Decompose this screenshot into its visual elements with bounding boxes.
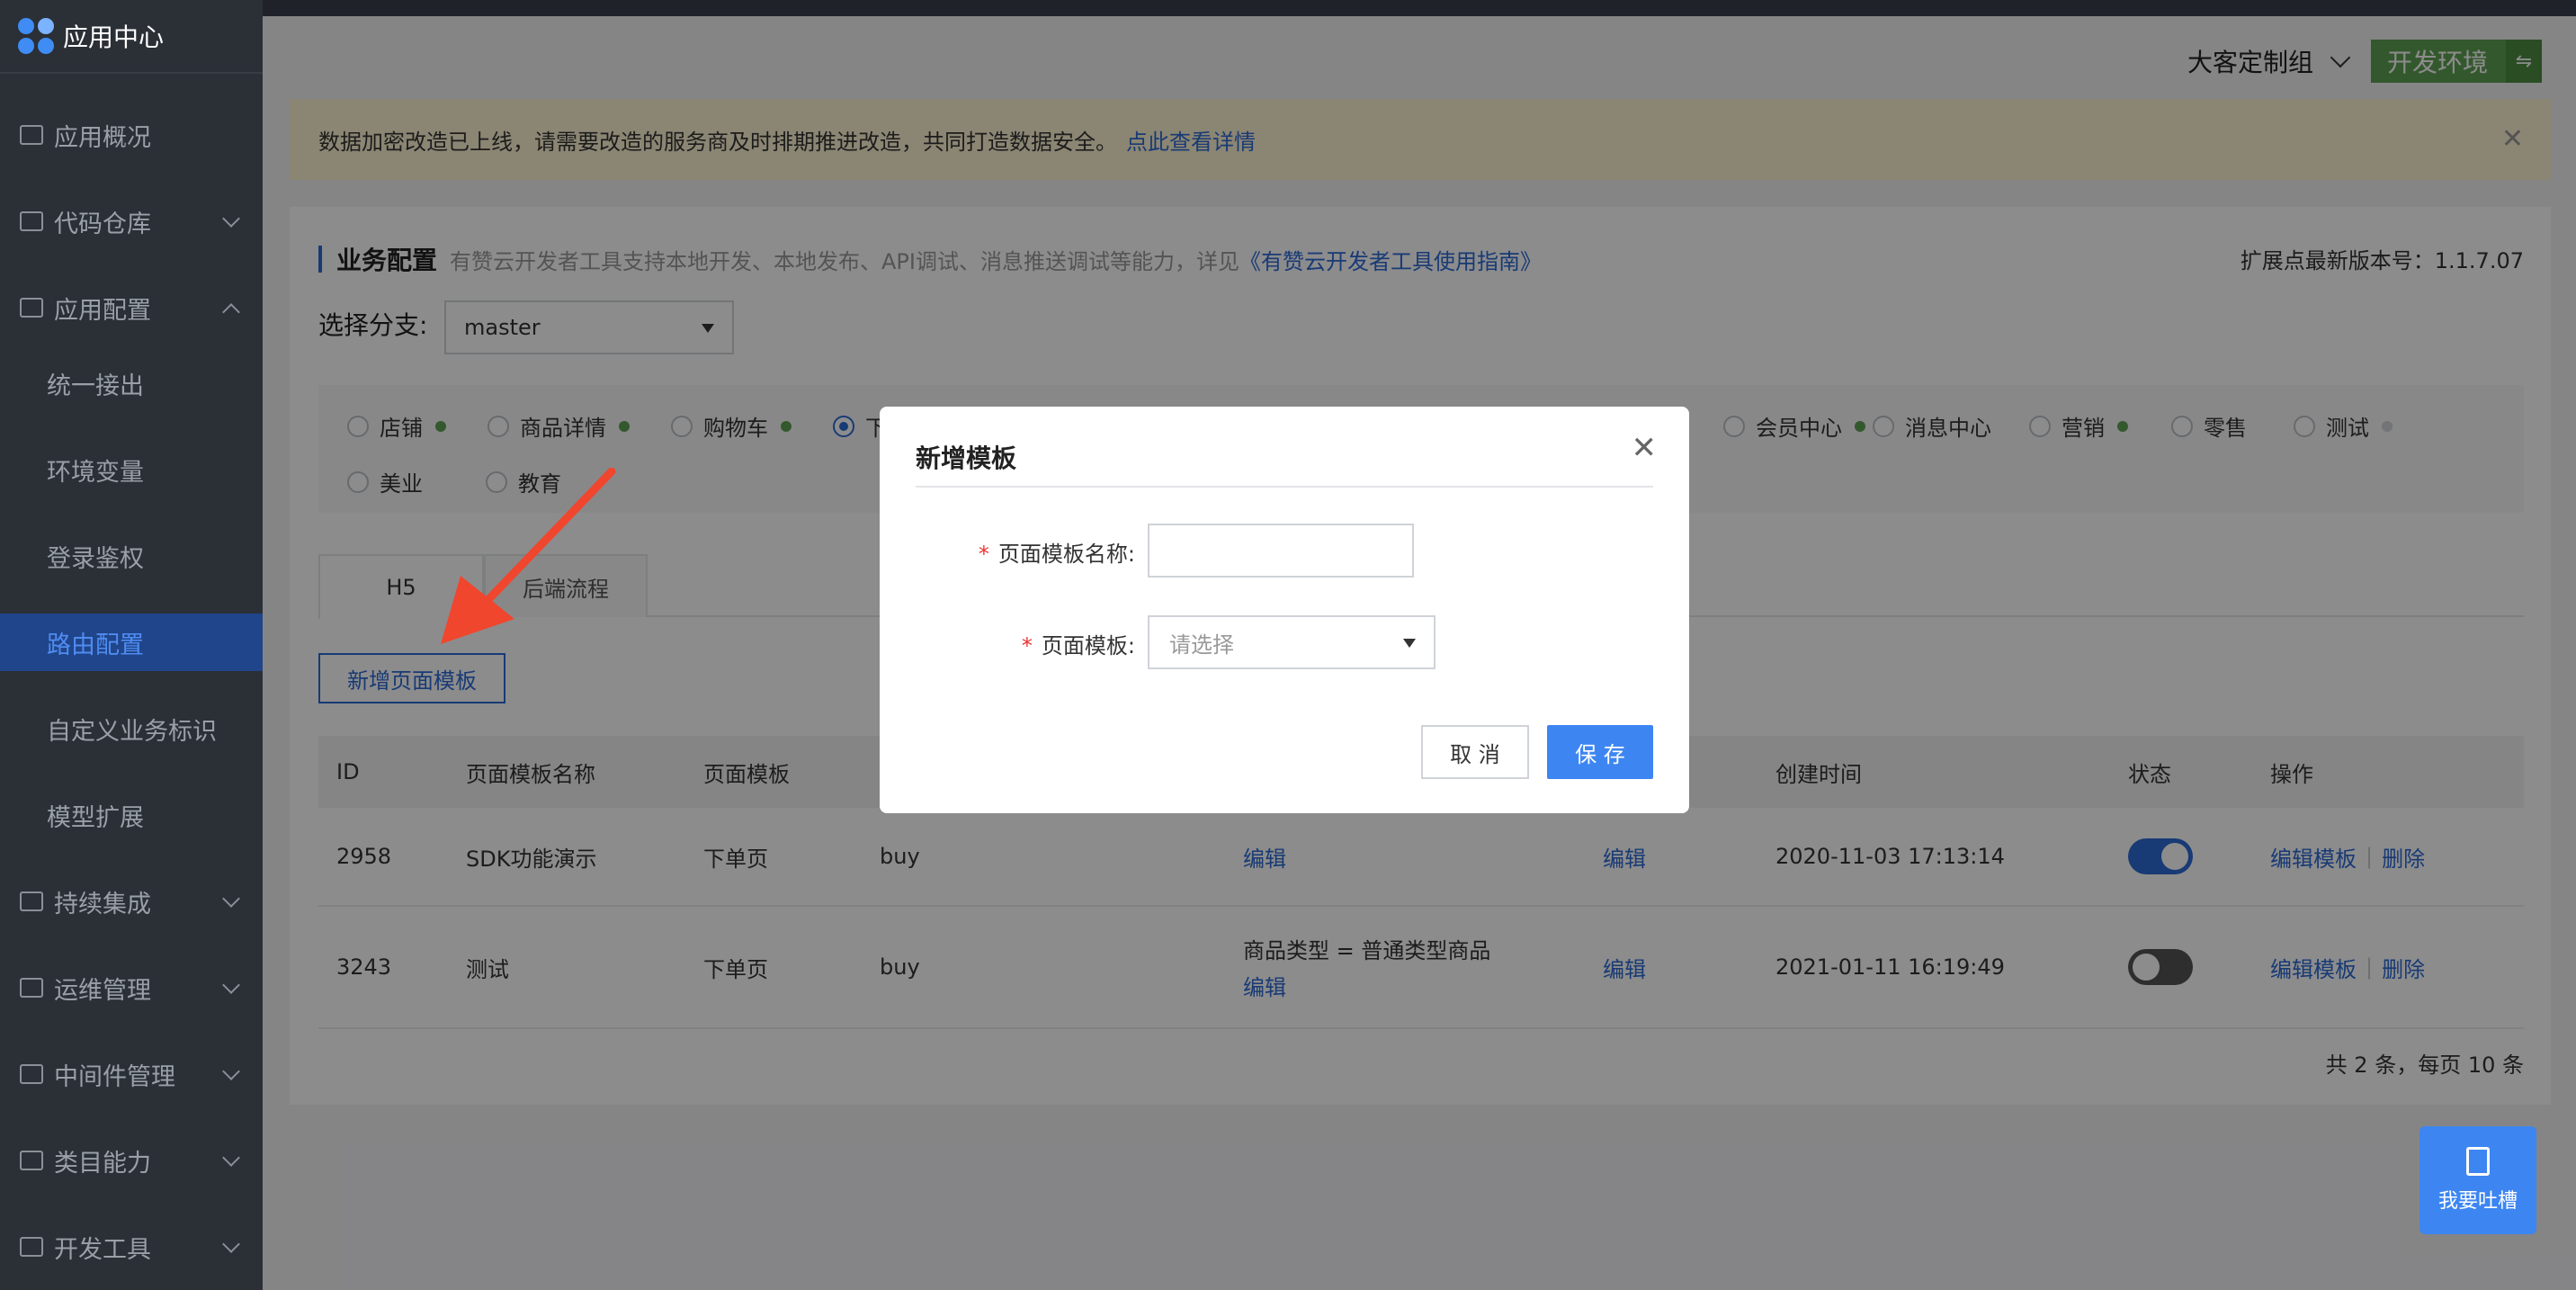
chevron-down-icon xyxy=(222,1149,240,1167)
label-text: 页面模板名称: xyxy=(997,542,1135,567)
sidebar-item-custom-biz-id[interactable]: 自定义业务标识 xyxy=(0,700,263,757)
sidebar-item-route-config[interactable]: 路由配置 xyxy=(0,614,263,671)
sidebar-item-code-repo[interactable]: 代码仓库 xyxy=(0,193,263,250)
server-icon xyxy=(20,1064,43,1084)
sidebar: 应用中心 应用概况 代码仓库 应用配置 统一接出 环境变量 登录鉴权 路由配置 … xyxy=(0,0,263,1290)
sidebar-brand[interactable]: 应用中心 xyxy=(0,0,263,74)
dashboard-icon xyxy=(20,125,43,145)
sidebar-item-dev-tools[interactable]: 开发工具 xyxy=(0,1218,263,1276)
sidebar-item-label: 路由配置 xyxy=(47,631,144,659)
chevron-down-icon xyxy=(222,976,240,994)
chevron-down-icon xyxy=(222,890,240,908)
sidebar-item-category[interactable]: 类目能力 xyxy=(0,1132,263,1189)
gauge-icon xyxy=(20,978,43,998)
sidebar-item-model-ext[interactable]: 模型扩展 xyxy=(0,786,263,844)
sidebar-brand-title: 应用中心 xyxy=(63,22,165,52)
template-label: * 页面模板: xyxy=(937,628,1135,659)
label-text: 页面模板: xyxy=(1041,633,1135,658)
sidebar-item-ops[interactable]: 运维管理 xyxy=(0,959,263,1017)
feedback-label: 我要吐槽 xyxy=(2437,1190,2518,1213)
chevron-down-icon xyxy=(222,210,240,228)
sidebar-item-label: 应用配置 xyxy=(54,296,151,325)
sidebar-item-label: 开发工具 xyxy=(54,1235,151,1264)
sidebar-item-label: 统一接出 xyxy=(47,372,144,400)
sidebar-item-login-auth[interactable]: 登录鉴权 xyxy=(0,527,263,585)
caret-down-icon xyxy=(1403,639,1416,648)
sidebar-item-overview[interactable]: 应用概况 xyxy=(0,106,263,164)
annotation-arrow-icon xyxy=(441,468,616,644)
sidebar-item-label: 环境变量 xyxy=(47,458,144,487)
sidebar-item-app-config[interactable]: 应用配置 xyxy=(0,279,263,336)
chevron-up-icon xyxy=(222,303,240,321)
sidebar-item-label: 运维管理 xyxy=(54,976,151,1005)
select-placeholder: 请选择 xyxy=(1169,632,1234,658)
sidebar-item-label: 模型扩展 xyxy=(47,803,144,832)
close-icon[interactable]: ✕ xyxy=(1632,433,1658,463)
chevron-down-icon xyxy=(222,1235,240,1253)
sidebar-item-env-vars[interactable]: 环境变量 xyxy=(0,441,263,498)
feedback-button[interactable]: 我要吐槽 xyxy=(2419,1126,2536,1234)
cancel-button[interactable]: 取 消 xyxy=(1421,725,1529,779)
template-name-input[interactable] xyxy=(1148,524,1414,578)
feedback-icon xyxy=(2466,1147,2490,1176)
template-name-label: * 页面模板名称: xyxy=(937,536,1135,568)
save-button[interactable]: 保 存 xyxy=(1547,725,1653,779)
toolbox-icon xyxy=(20,1237,43,1257)
sidebar-item-label: 应用概况 xyxy=(54,123,151,152)
sliders-icon xyxy=(20,298,43,318)
sidebar-item-ci[interactable]: 持续集成 xyxy=(0,873,263,930)
app-center-logo-icon xyxy=(18,18,54,54)
pipeline-icon xyxy=(20,891,43,911)
required-mark: * xyxy=(978,542,989,567)
dialog-title: 新增模板 xyxy=(916,443,1017,473)
sidebar-item-label: 登录鉴权 xyxy=(47,544,144,573)
sidebar-item-label: 类目能力 xyxy=(54,1149,151,1178)
sidebar-item-label: 自定义业务标识 xyxy=(47,717,217,746)
top-strip xyxy=(0,0,2576,16)
required-mark: * xyxy=(1021,633,1033,658)
code-icon xyxy=(20,211,43,231)
dialog-divider xyxy=(916,486,1653,488)
add-template-dialog: 新增模板 ✕ * 页面模板名称: * 页面模板: 请选择 取 消 保 存 xyxy=(880,407,1689,813)
chevron-down-icon xyxy=(222,1062,240,1080)
sidebar-item-label: 代码仓库 xyxy=(54,210,151,238)
sidebar-item-label: 中间件管理 xyxy=(54,1062,175,1091)
sidebar-item-middleware[interactable]: 中间件管理 xyxy=(0,1045,263,1103)
category-icon xyxy=(20,1151,43,1170)
sidebar-item-unified-outbound[interactable]: 统一接出 xyxy=(0,354,263,412)
template-select[interactable]: 请选择 xyxy=(1148,615,1436,669)
sidebar-item-label: 持续集成 xyxy=(54,890,151,918)
